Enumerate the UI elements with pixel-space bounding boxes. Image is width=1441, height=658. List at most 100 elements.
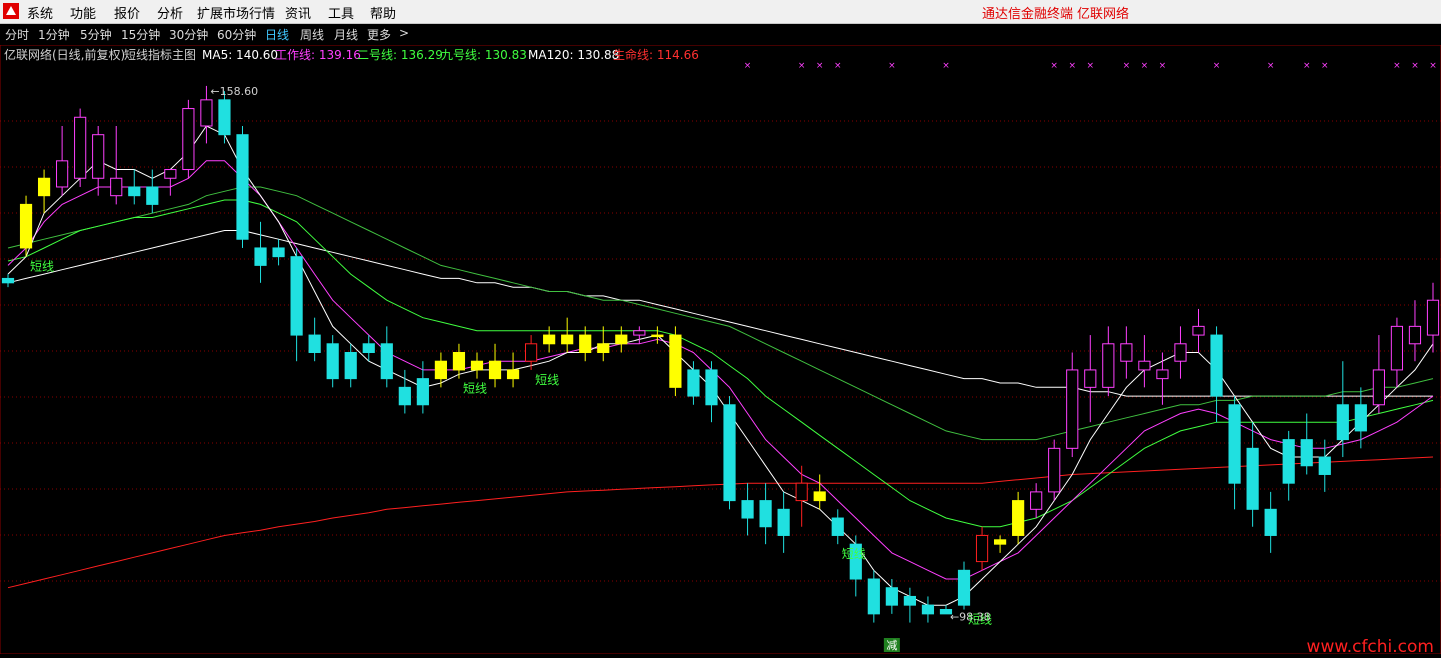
period-bar: 分时 1分钟 5分钟 15分钟 30分钟 60分钟 日线 周线 月线 更多 >: [0, 24, 1441, 45]
candle-body: [1030, 491, 1043, 510]
top-marker: ×: [1213, 61, 1221, 71]
top-marker: ×: [1159, 61, 1167, 71]
menu-help[interactable]: 帮助: [370, 3, 396, 22]
menu-analysis[interactable]: 分析: [157, 3, 183, 22]
top-marker: ×: [888, 61, 896, 71]
candle-body: [831, 517, 844, 536]
kline-chart[interactable]: 亿联网络(日线,前复权) 短线指标主图 MA5: 140.60 工作线: 139…: [0, 44, 1441, 657]
top-marker: ×: [1068, 61, 1076, 71]
candle-body: [687, 369, 700, 397]
candle-body: [993, 539, 1007, 545]
candle-body: [236, 134, 249, 240]
candle-body: [146, 186, 159, 205]
menu-quote[interactable]: 报价: [114, 3, 140, 22]
candle-body: [885, 587, 898, 606]
line9-line: [7, 186, 1434, 441]
legend-indicator: 短线指标主图: [124, 47, 196, 62]
candle-body: [308, 334, 321, 353]
menu-bar: 系统 功能 报价 分析 扩展市场行情 资讯 工具 帮助 通达信金融终端 亿联网络: [0, 0, 1441, 24]
candle-body: [1012, 500, 1025, 536]
top-marker: ×: [1123, 61, 1131, 71]
period-5min[interactable]: 5分钟: [80, 26, 112, 43]
candle-body: [813, 491, 826, 502]
candle-body: [1084, 369, 1097, 388]
top-marker: ×: [1429, 61, 1437, 71]
candle-body: [633, 330, 646, 336]
candle-body: [290, 256, 303, 336]
candle-body: [1192, 325, 1205, 336]
candle-body: [669, 334, 682, 388]
legend-prefix: 亿联网络(日线,前复权): [4, 47, 125, 62]
candle-body: [651, 334, 664, 338]
candle-body: [741, 500, 754, 519]
candle-body: [561, 334, 574, 345]
period-more[interactable]: 更多: [367, 26, 391, 43]
top-marker: ×: [798, 61, 806, 71]
candle-body: [434, 360, 448, 380]
menu-extended-market[interactable]: 扩展市场行情: [197, 3, 275, 22]
candle-body: [416, 378, 429, 406]
candle-body: [1318, 456, 1331, 475]
period-daily[interactable]: 日线: [265, 26, 289, 43]
menu-system[interactable]: 系统: [27, 3, 53, 22]
top-marker: ×: [1267, 61, 1275, 71]
indicator-legend: 亿联网络(日线,前复权) 短线指标主图 MA5: 140.60 工作线: 139…: [4, 47, 699, 62]
period-monthly[interactable]: 月线: [334, 26, 358, 43]
period-60min[interactable]: 60分钟: [217, 26, 256, 43]
period-weekly[interactable]: 周线: [300, 26, 324, 43]
period-30min[interactable]: 30分钟: [169, 26, 208, 43]
low-price-label: ←98.38: [950, 611, 991, 624]
candle-body: [74, 116, 87, 179]
candle-body: [1228, 404, 1241, 484]
period-tick[interactable]: 分时: [5, 26, 29, 43]
candle-body: [1372, 369, 1385, 406]
candle-body: [921, 604, 935, 615]
candle-body: [92, 134, 105, 179]
brand-terminal-name: 通达信金融终端: [982, 7, 1074, 22]
candle-body: [1426, 299, 1440, 336]
legend-ma5: MA5: 140.60: [202, 48, 278, 62]
candle-body: [110, 177, 123, 197]
candle-body: [19, 203, 33, 249]
signal-label: 短线: [535, 373, 559, 387]
top-marker: ×: [1411, 61, 1419, 71]
candle-body: [452, 352, 466, 371]
candle-body: [1354, 404, 1367, 432]
candle-body: [903, 595, 916, 606]
period-1min[interactable]: 1分钟: [38, 26, 70, 43]
high-price-label: ←158.60: [210, 85, 258, 98]
candle-body: [615, 334, 628, 345]
candle-body: [182, 108, 195, 171]
legend-work-line: 工作线: 139.16: [275, 48, 361, 62]
candle-body: [344, 352, 357, 380]
watermark: www.cfchi.com: [1307, 637, 1434, 654]
candle-body: [975, 534, 989, 563]
menu-news[interactable]: 资讯: [285, 3, 311, 22]
candle-body: [579, 334, 592, 353]
candle-body: [759, 500, 772, 528]
candle-body: [1282, 439, 1295, 484]
top-marker: ×: [1050, 61, 1058, 71]
menu-function[interactable]: 功能: [70, 3, 96, 22]
menu-tools[interactable]: 工具: [328, 3, 354, 22]
candle-body: [777, 508, 790, 536]
candle-body: [867, 578, 880, 615]
top-marker: ×: [1393, 61, 1401, 71]
legend-ma120: MA120: 130.88: [528, 48, 619, 62]
candle-body: [1066, 369, 1079, 449]
candle-body: [1300, 439, 1313, 467]
legend-line2: 二号线: 136.29: [357, 48, 443, 62]
candle-body: [398, 386, 411, 406]
grid-lines: [0, 120, 1441, 582]
signal-label: 短线: [463, 382, 487, 396]
candle-body: [128, 186, 141, 197]
top-marker: ×: [1087, 61, 1095, 71]
candle-body: [362, 343, 375, 353]
top-marker: ×: [834, 61, 842, 71]
top-marker: ×: [816, 61, 824, 71]
more-arrow-icon[interactable]: >: [399, 26, 409, 40]
period-15min[interactable]: 15分钟: [121, 26, 160, 43]
candle-body: [37, 177, 51, 197]
candle-body: [1102, 343, 1115, 388]
candle-body: [795, 482, 808, 502]
